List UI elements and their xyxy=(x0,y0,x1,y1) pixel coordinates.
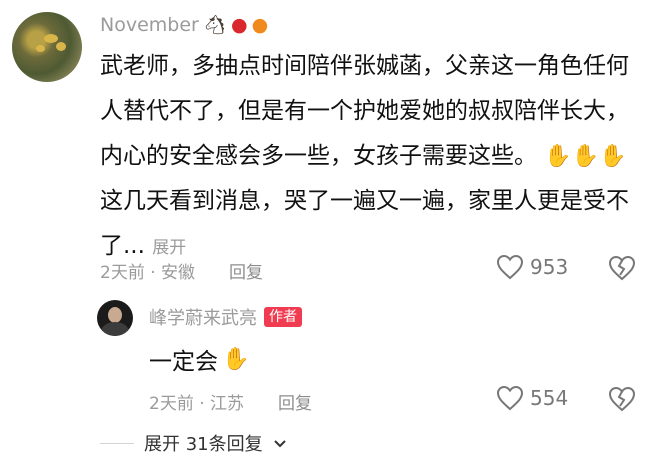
comment-meta: 2天前 · 安徽 xyxy=(100,263,196,283)
expand-replies-label: 展开 31条回复 xyxy=(144,434,263,455)
avatar-leaf xyxy=(44,34,58,43)
expand-comment-link[interactable]: 展开 xyxy=(152,238,186,258)
reply-meta-row: 2天前 · 江苏 回复 xyxy=(149,389,312,414)
commenter-username-row[interactable]: November 🐴︎ ● ● xyxy=(100,12,268,38)
orange-emoji-icon: ● xyxy=(251,13,269,36)
pray-emoji-icon: ✋✋✋ xyxy=(544,144,627,169)
commenter-avatar[interactable] xyxy=(12,12,82,82)
author-badge: 作者 xyxy=(264,307,302,327)
avatar-leaf xyxy=(36,45,45,52)
divider-line xyxy=(100,442,134,444)
reply-body: 一定会 ✋ xyxy=(149,342,249,376)
reply-like-button[interactable]: 554 xyxy=(496,385,568,411)
reply-meta: 2天前 · 江苏 xyxy=(149,394,245,414)
heart-icon xyxy=(496,254,524,280)
dislike-heart-icon[interactable] xyxy=(608,386,636,412)
chevron-down-icon xyxy=(273,433,287,454)
horse-emoji-icon: 🐴︎ xyxy=(202,13,227,36)
dislike-heart-icon[interactable] xyxy=(608,255,636,281)
reply-like-count: 554 xyxy=(530,386,569,410)
comment-like-button[interactable]: 953 xyxy=(496,254,568,280)
reply-reply-button[interactable]: 回复 xyxy=(278,389,312,414)
comment-body: 武老师，多抽点时间陪伴张娍菡，父亲这一角色任何人替代不了，但是有一个护她爱她的叔… xyxy=(100,44,632,271)
pray-emoji-icon: ✋ xyxy=(222,346,250,372)
reply-text: 一定会 xyxy=(149,349,218,375)
reply-username[interactable]: 峰学蔚来武亮 xyxy=(149,304,257,330)
apple-emoji-icon: ● xyxy=(230,13,248,36)
reply-username-row[interactable]: 峰学蔚来武亮 作者 xyxy=(149,304,302,330)
comment-meta-row: 2天前 · 安徽 回复 xyxy=(100,258,263,283)
comment-like-count: 953 xyxy=(530,255,569,279)
expand-replies-button[interactable]: 展开 31条回复 xyxy=(100,430,287,456)
avatar-body xyxy=(101,322,129,336)
avatar-face xyxy=(108,307,122,323)
comment-reply-button[interactable]: 回复 xyxy=(229,258,263,283)
commenter-username[interactable]: November xyxy=(100,14,199,36)
avatar-leaf xyxy=(56,42,66,51)
heart-icon xyxy=(496,385,524,411)
author-avatar[interactable] xyxy=(97,300,133,336)
